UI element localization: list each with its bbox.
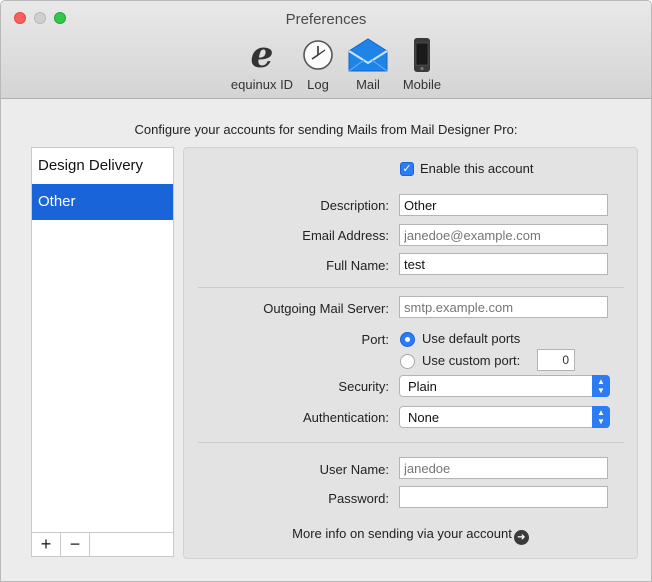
- full-name-input[interactable]: [399, 253, 608, 275]
- popup-arrows-icon: ▲ ▼: [592, 406, 610, 428]
- account-list-controls: + −: [31, 533, 174, 557]
- mail-envelope-icon: [348, 38, 388, 72]
- divider: [198, 287, 624, 288]
- remove-account-button[interactable]: −: [61, 533, 90, 556]
- add-account-button[interactable]: +: [32, 533, 61, 556]
- authentication-select[interactable]: None ▲ ▼: [399, 406, 610, 428]
- equinux-e-icon: e: [250, 34, 274, 76]
- outgoing-server-input[interactable]: [399, 296, 608, 318]
- password-label: Password:: [328, 491, 389, 506]
- toolbar: Preferences e equinux ID Log Mail Mobile: [1, 1, 651, 99]
- intro-text: Configure your accounts for sending Mail…: [134, 122, 518, 137]
- security-value: Plain: [408, 379, 437, 394]
- account-settings-panel: ✓ Enable this account Description: Email…: [183, 147, 638, 559]
- authentication-label: Authentication:: [302, 410, 389, 425]
- outgoing-server-label: Outgoing Mail Server:: [263, 301, 389, 316]
- toolbar-item-mobile[interactable]: Mobile: [398, 35, 446, 92]
- window-title: Preferences: [285, 11, 367, 28]
- default-ports-label: Use default ports: [422, 331, 521, 346]
- port-label: Port:: [361, 332, 389, 347]
- toolbar-item-mail[interactable]: Mail: [343, 35, 393, 92]
- toolbar-item-label: Log: [307, 77, 329, 92]
- enable-account-label: Enable this account: [420, 161, 534, 176]
- authentication-value: None: [408, 410, 440, 425]
- toolbar-item-equinux-id[interactable]: e equinux ID: [227, 35, 297, 92]
- divider: [198, 442, 624, 443]
- description-label: Description:: [320, 198, 389, 213]
- default-ports-radio[interactable]: [400, 332, 415, 347]
- toolbar-item-label: equinux ID: [230, 77, 294, 92]
- arrow-right-circle-icon: ➜: [513, 530, 529, 545]
- more-info-link[interactable]: More info on sending via your account ➜: [184, 526, 637, 545]
- preferences-window: Preferences e equinux ID Log Mail Mobile…: [0, 0, 652, 582]
- more-info-text: More info on sending via your account: [292, 526, 512, 541]
- toolbar-item-log[interactable]: Log: [299, 35, 337, 92]
- password-input[interactable]: [399, 486, 608, 508]
- email-label: Email Address:: [302, 228, 389, 243]
- custom-port-input[interactable]: 0: [537, 349, 575, 371]
- account-item-other[interactable]: Other: [32, 184, 173, 220]
- account-list: Design Delivery Other: [31, 147, 174, 533]
- description-input[interactable]: [399, 194, 608, 216]
- security-label: Security:: [338, 379, 389, 394]
- toolbar-item-label: Mobile: [402, 77, 442, 92]
- custom-port-label: Use custom port:: [422, 353, 521, 368]
- popup-arrows-icon: ▲ ▼: [592, 375, 610, 397]
- security-select[interactable]: Plain ▲ ▼: [399, 375, 610, 397]
- user-name-input[interactable]: [399, 457, 608, 479]
- enable-account-checkbox[interactable]: ✓: [400, 162, 414, 176]
- custom-port-radio[interactable]: [400, 354, 415, 369]
- account-item-design-delivery[interactable]: Design Delivery: [32, 148, 173, 184]
- full-name-label: Full Name:: [326, 258, 389, 273]
- user-name-label: User Name:: [319, 462, 389, 477]
- email-input[interactable]: [399, 224, 608, 246]
- iphone-icon: [414, 38, 430, 72]
- clock-icon: [303, 40, 333, 70]
- toolbar-item-label: Mail: [356, 77, 380, 92]
